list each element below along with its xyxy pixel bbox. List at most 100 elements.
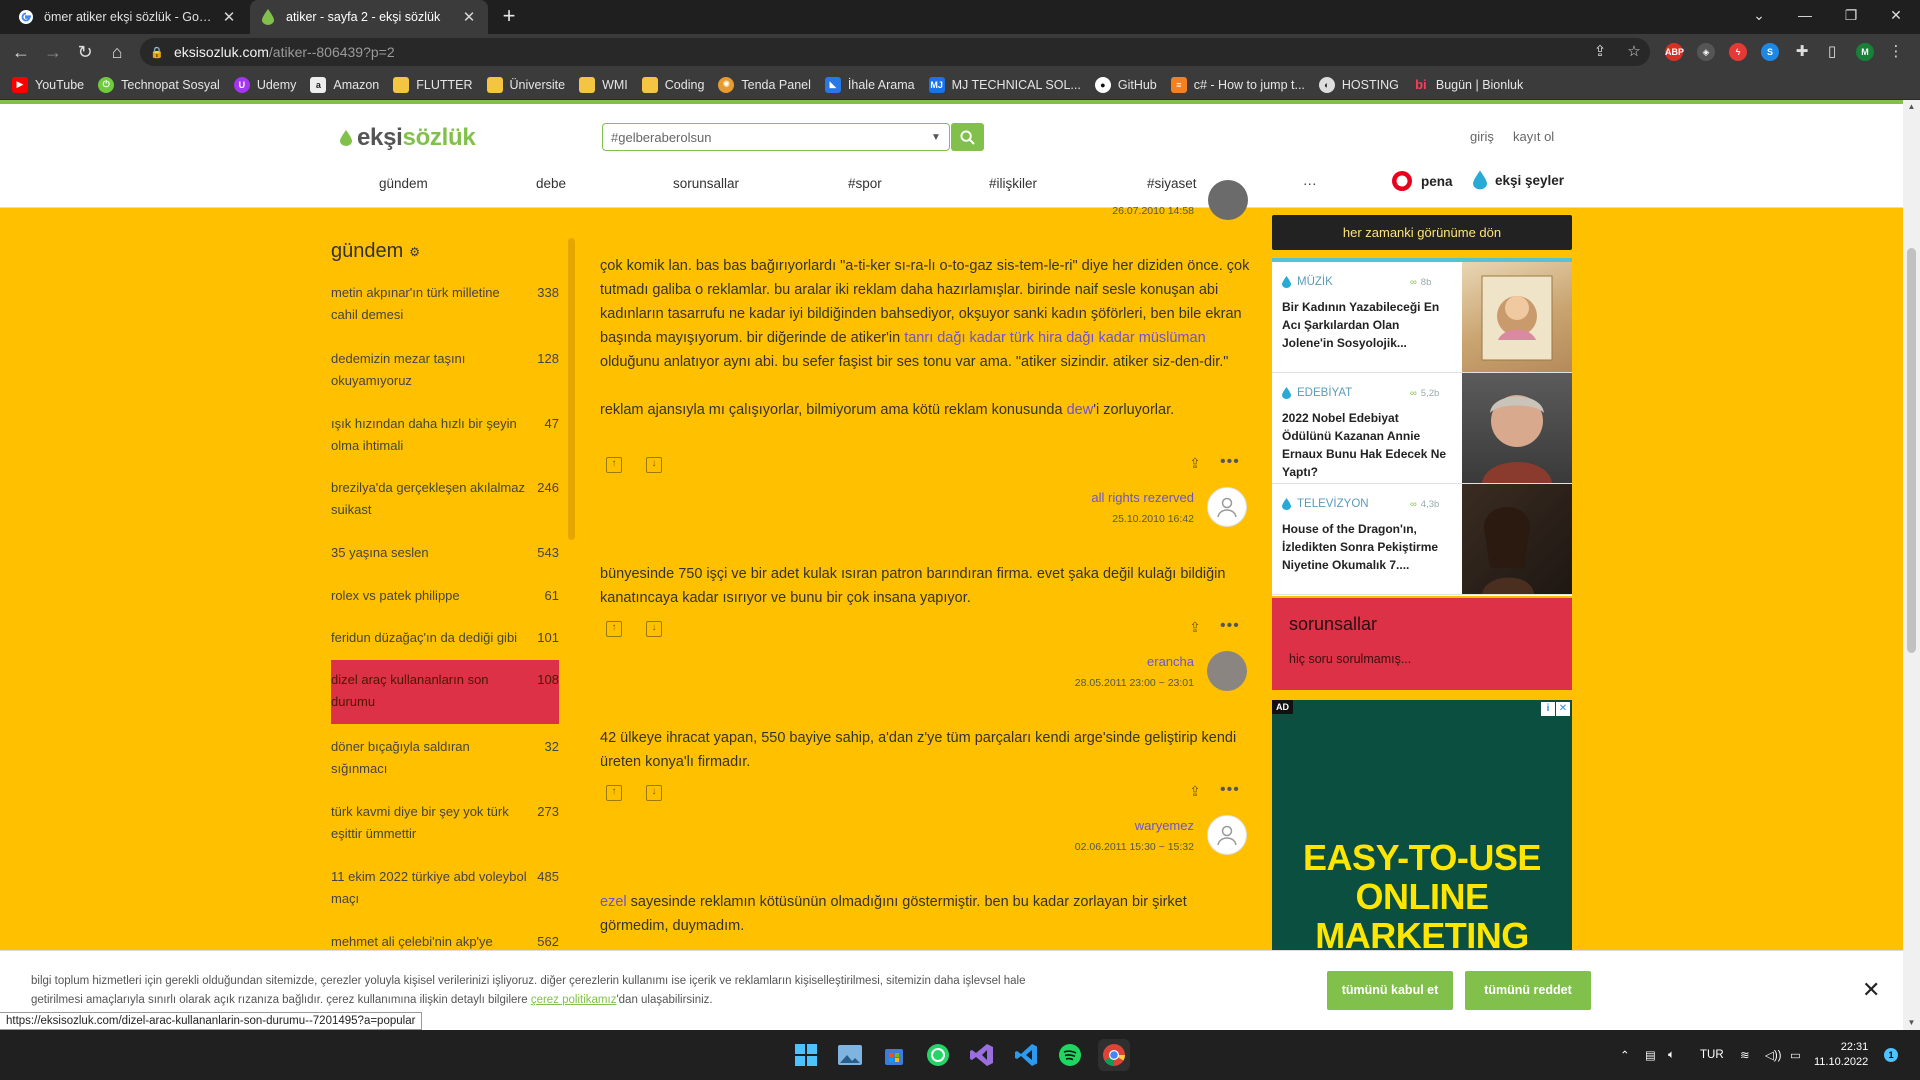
tray-onscreen-keyboard-icon[interactable]: ▤: [1645, 1030, 1656, 1080]
pena-link[interactable]: pena: [1391, 170, 1453, 192]
sidebar-topic[interactable]: ışık hızından daha hızlı bir şeyin olma …: [331, 413, 559, 457]
address-bar[interactable]: 🔒 eksisozluk.com /atiker--806439?p=2: [140, 38, 1650, 66]
bookmark-mj[interactable]: MJ MJ TECHNICAL SOL...: [928, 76, 1081, 93]
bookmark-folder-coding[interactable]: Coding: [641, 76, 704, 93]
avatar[interactable]: [1207, 487, 1247, 527]
nav-iliskiler[interactable]: #ilişkiler: [989, 176, 1037, 191]
chevron-down-icon[interactable]: ▼: [923, 132, 949, 143]
upvote-icon[interactable]: ↑: [606, 457, 622, 473]
sidebar-topic[interactable]: feridun düzağaç'ın da dediği gibi 101: [331, 627, 559, 649]
entry-link[interactable]: ezel: [600, 894, 627, 910]
browser-menu-icon[interactable]: ⋮: [1884, 40, 1908, 64]
chrome-icon[interactable]: [1098, 1039, 1130, 1071]
sidebar-topic[interactable]: brezilya'da gerçekleşen akılalmaz suikas…: [331, 477, 559, 521]
upvote-icon[interactable]: ↑: [606, 785, 622, 801]
bookmark-folder-universite[interactable]: Üniversite: [486, 76, 565, 93]
nav-sorunsallar[interactable]: sorunsallar: [673, 176, 739, 191]
bookmark-folder-wmi[interactable]: WMI: [579, 76, 628, 93]
bookmark-amazon[interactable]: a Amazon: [310, 76, 379, 93]
entry-author[interactable]: erancha: [1000, 654, 1194, 669]
avatar[interactable]: [1208, 180, 1248, 220]
spotify-icon[interactable]: [1054, 1039, 1086, 1071]
cookie-policy-link[interactable]: çerez politikamız: [531, 994, 617, 1006]
page-scrollbar[interactable]: ▲ ▼: [1903, 100, 1920, 1030]
shazam-extension-icon[interactable]: S: [1761, 43, 1779, 61]
restore-button[interactable]: ❐: [1829, 0, 1873, 34]
store-icon[interactable]: [878, 1039, 910, 1071]
wifi-icon[interactable]: ≋: [1740, 1030, 1750, 1080]
share-icon[interactable]: ⇪: [1187, 784, 1203, 801]
sidebar-topic[interactable]: rolex vs patek philippe 61: [331, 585, 559, 607]
upvote-icon[interactable]: ↑: [606, 621, 622, 637]
downvote-icon[interactable]: ↓: [646, 457, 662, 473]
tab-atiker[interactable]: atiker - sayfa 2 - ekşi sözlük ✕: [250, 0, 488, 34]
sidebar-topic[interactable]: dedemizin mezar taşını okuyamıyoruz 128: [331, 348, 559, 392]
sorunsallar-title[interactable]: sorunsallar: [1289, 614, 1377, 635]
back-button[interactable]: ←: [8, 39, 34, 65]
sidebar-scrollbar[interactable]: [568, 238, 575, 540]
vscode-icon[interactable]: [1010, 1039, 1042, 1071]
scroll-up-arrow[interactable]: ▲: [1903, 102, 1920, 111]
notification-badge[interactable]: 1: [1884, 1048, 1898, 1062]
nav-more[interactable]: ···: [1303, 176, 1317, 191]
entry-author[interactable]: all rights rezerved: [1000, 490, 1194, 505]
advertisement[interactable]: AD i ✕ EASY-TO-USE ONLINE MARKETING: [1272, 700, 1572, 952]
tab-search-icon[interactable]: ⌄: [1737, 0, 1781, 34]
sidebar-topic[interactable]: türk kavmi diye bir şey yok türk eşittir…: [331, 801, 559, 845]
start-icon[interactable]: [790, 1039, 822, 1071]
whatsapp-icon[interactable]: [922, 1039, 954, 1071]
close-window-button[interactable]: ✕: [1874, 0, 1918, 34]
login-link[interactable]: giriş: [1470, 129, 1494, 144]
nav-spor[interactable]: #spor: [848, 176, 882, 191]
avatar[interactable]: [1207, 815, 1247, 855]
bookmark-ihale[interactable]: ◣ İhale Arama: [824, 76, 915, 93]
entry-link[interactable]: tanrı dağı kadar türk hira dağı kadar mü…: [904, 330, 1205, 346]
bookmark-folder-flutter[interactable]: FLUTTER: [393, 76, 473, 93]
more-options-icon[interactable]: •••: [1220, 617, 1240, 635]
sidebar-topic[interactable]: döner bıçağıyla saldıran sığınmacı 32: [331, 736, 559, 780]
volume-icon[interactable]: ◁)): [1765, 1030, 1782, 1080]
sidebar-topic[interactable]: 11 ekim 2022 türkiye abd voleybol maçı 48…: [331, 866, 559, 910]
profile-avatar[interactable]: M: [1856, 43, 1874, 61]
entry-date[interactable]: 26.07.2010 14:58: [1000, 205, 1194, 217]
eksi-seyler-card[interactable]: MÜZİK ∞ 8b Bir Kadının Yazabileceği En Ac…: [1272, 262, 1572, 373]
entry-author[interactable]: waryemez: [1000, 818, 1194, 833]
ad-close-icon[interactable]: ✕: [1556, 702, 1570, 716]
reload-button[interactable]: ↻: [72, 39, 98, 65]
side-panel-icon[interactable]: ▯: [1820, 40, 1844, 64]
entry-date[interactable]: 25.10.2010 16:42: [1000, 513, 1194, 525]
bookmark-github[interactable]: ● GitHub: [1094, 76, 1157, 93]
language-indicator[interactable]: TUR: [1700, 1030, 1724, 1080]
accept-all-button[interactable]: tümünü kabul et: [1327, 971, 1453, 1010]
eksi-seyler-card[interactable]: EDEBİYAT ∞ 5,2b 2022 Nobel Edebiyat Ödülü…: [1272, 373, 1572, 484]
entry-link[interactable]: dew: [1067, 402, 1094, 418]
battery-icon[interactable]: ▭: [1790, 1030, 1801, 1080]
more-options-icon[interactable]: •••: [1220, 453, 1240, 471]
share-icon[interactable]: ⇪: [1187, 456, 1203, 473]
home-button[interactable]: ⌂: [104, 39, 130, 65]
gear-icon[interactable]: ⚙: [409, 245, 420, 259]
bookmark-bionluk[interactable]: bi Bugün | Bionluk: [1413, 77, 1523, 93]
tab-close-icon[interactable]: ✕: [460, 8, 478, 26]
tray-speaker-icon[interactable]: 🔈︎: [1668, 1030, 1675, 1080]
bookmark-star-icon[interactable]: ☆: [1622, 40, 1646, 64]
share-icon[interactable]: ⇪: [1187, 620, 1203, 637]
entry-date[interactable]: 02.06.2011 15:30 ~ 15:32: [1000, 841, 1194, 853]
downvote-icon[interactable]: ↓: [646, 785, 662, 801]
eksi-seyler-card[interactable]: TELEVİZYON ∞ 4,3b House of the Dragon'ın,…: [1272, 484, 1572, 595]
register-link[interactable]: kayıt ol: [1513, 129, 1554, 144]
new-tab-button[interactable]: +: [496, 4, 522, 30]
shield-extension-icon[interactable]: ◈: [1697, 43, 1715, 61]
entry-date[interactable]: 28.05.2011 23:00 ~ 23:01: [1000, 677, 1194, 689]
site-logo[interactable]: ekşi sözlük: [340, 124, 476, 152]
abp-extension-icon[interactable]: ABP: [1665, 43, 1684, 61]
search-button[interactable]: [951, 123, 984, 151]
bolt-extension-icon[interactable]: ϟ: [1729, 43, 1747, 61]
tab-google-search[interactable]: ömer atiker ekşi sözlük - Google Ara ✕: [8, 0, 248, 34]
nav-gundem[interactable]: gündem: [379, 176, 428, 191]
sidebar-topic[interactable]: metin akpınar'ın türk milletine cahil de…: [331, 282, 559, 326]
sidebar-topic-selected[interactable]: dizel araç kullananların son durumu 108: [331, 660, 559, 724]
bookmark-tenda[interactable]: ✺ Tenda Panel: [718, 76, 811, 93]
reject-all-button[interactable]: tümünü reddet: [1465, 971, 1591, 1010]
visual-studio-icon[interactable]: [966, 1039, 998, 1071]
